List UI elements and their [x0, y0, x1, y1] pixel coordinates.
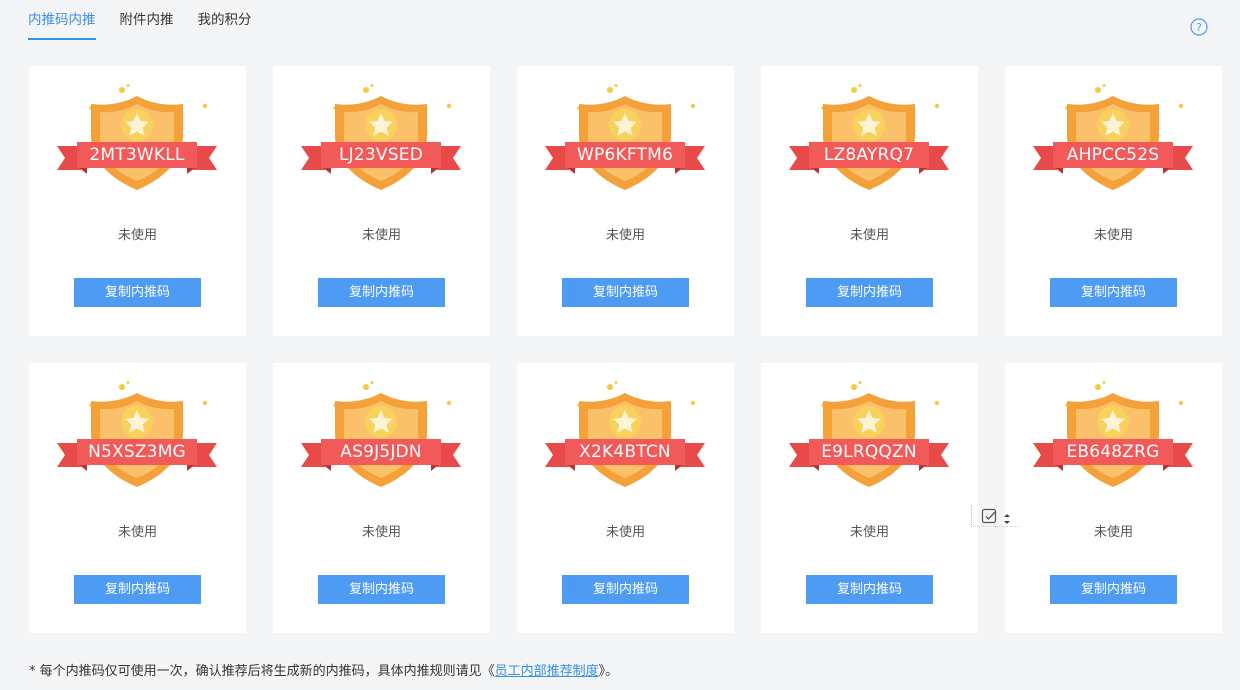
copy-referral-code-button[interactable]: 复制内推码	[806, 278, 933, 307]
referral-code-card: E9LRQQZN 未使用 复制内推码	[761, 363, 978, 633]
badge-shield-icon: X2K4BTCN	[545, 381, 705, 493]
tab-referral-code[interactable]: 内推码内推	[28, 0, 96, 40]
footer-note: * 每个内推码仅可使用一次，确认推荐后将生成新的内推码，具体内推规则请见《员工内…	[29, 660, 618, 679]
svg-text:?: ?	[1196, 21, 1202, 34]
referral-code-text: AS9J5JDN	[340, 442, 422, 462]
copy-referral-code-button[interactable]: 复制内推码	[562, 278, 689, 307]
copy-referral-code-button[interactable]: 复制内推码	[74, 575, 201, 604]
referral-code-text: 2MT3WKLL	[89, 145, 185, 165]
footer-note-suffix: 》。	[598, 664, 619, 679]
badge-shield-icon: N5XSZ3MG	[57, 381, 217, 493]
referral-code-text: LZ8AYRQ7	[823, 145, 915, 165]
badge-shield-icon: AS9J5JDN	[301, 381, 461, 493]
copy-referral-code-button[interactable]: 复制内推码	[562, 575, 689, 604]
copy-referral-code-button[interactable]: 复制内推码	[1050, 278, 1177, 307]
referral-code-card: LZ8AYRQ7 未使用 复制内推码	[761, 66, 978, 336]
badge-shield-icon: LJ23VSED	[301, 84, 461, 196]
referral-code-text: EB648ZRG	[1066, 442, 1160, 462]
badge-shield-icon: E9LRQQZN	[789, 381, 949, 493]
referral-code-card: AS9J5JDN 未使用 复制内推码	[273, 363, 490, 633]
usage-status: 未使用	[849, 525, 889, 540]
referral-policy-link[interactable]: 员工内部推荐制度	[495, 664, 599, 679]
referral-code-card: LJ23VSED 未使用 复制内推码	[273, 66, 490, 336]
copy-referral-code-button[interactable]: 复制内推码	[806, 575, 933, 604]
referral-code-text: X2K4BTCN	[579, 442, 671, 462]
badge-shield-icon: WP6KFTM6	[545, 84, 705, 196]
referral-code-card: WP6KFTM6 未使用 复制内推码	[517, 66, 734, 336]
floating-toolbar	[971, 505, 1020, 527]
usage-status: 未使用	[117, 228, 157, 243]
referral-code-text: LJ23VSED	[339, 145, 423, 165]
tab-my-points[interactable]: 我的积分	[198, 0, 252, 40]
usage-status: 未使用	[1093, 228, 1133, 243]
referral-code-card: EB648ZRG 未使用 复制内推码	[1005, 363, 1222, 633]
referral-code-text: E9LRQQZN	[821, 442, 917, 462]
copy-referral-code-button[interactable]: 复制内推码	[74, 278, 201, 307]
referral-code-card: AHPCC52S 未使用 复制内推码	[1005, 66, 1222, 336]
referral-code-text: WP6KFTM6	[577, 145, 673, 165]
badge-shield-icon: AHPCC52S	[1033, 84, 1193, 196]
usage-status: 未使用	[1093, 525, 1133, 540]
question-circle-icon[interactable]: ?	[1190, 18, 1208, 36]
badge-shield-icon: LZ8AYRQ7	[789, 84, 949, 196]
referral-code-card: N5XSZ3MG 未使用 复制内推码	[29, 363, 246, 633]
usage-status: 未使用	[849, 228, 889, 243]
referral-code-card: 2MT3WKLL 未使用 复制内推码	[29, 66, 246, 336]
usage-status: 未使用	[605, 228, 645, 243]
referral-code-text: AHPCC52S	[1066, 145, 1160, 165]
copy-referral-code-button[interactable]: 复制内推码	[1050, 575, 1177, 604]
copy-referral-code-button[interactable]: 复制内推码	[318, 278, 445, 307]
usage-status: 未使用	[117, 525, 157, 540]
badge-shield-icon: EB648ZRG	[1033, 381, 1193, 493]
sort-arrows-icon[interactable]	[1003, 510, 1011, 524]
referral-code-grid: 2MT3WKLL 未使用 复制内推码 LJ23VSED 未使用 复制内推码 WP…	[29, 66, 1222, 633]
copy-referral-code-button[interactable]: 复制内推码	[318, 575, 445, 604]
badge-shield-icon: 2MT3WKLL	[57, 84, 217, 196]
referral-code-card: X2K4BTCN 未使用 复制内推码	[517, 363, 734, 633]
usage-status: 未使用	[361, 228, 401, 243]
referral-code-text: N5XSZ3MG	[88, 442, 186, 462]
tab-bar: 内推码内推 附件内推 我的积分	[28, 0, 276, 40]
tab-attachment-referral[interactable]: 附件内推	[120, 0, 174, 40]
check-square-icon[interactable]	[981, 508, 997, 524]
usage-status: 未使用	[361, 525, 401, 540]
usage-status: 未使用	[605, 525, 645, 540]
footer-note-text: * 每个内推码仅可使用一次，确认推荐后将生成新的内推码，具体内推规则请见《	[29, 664, 495, 679]
